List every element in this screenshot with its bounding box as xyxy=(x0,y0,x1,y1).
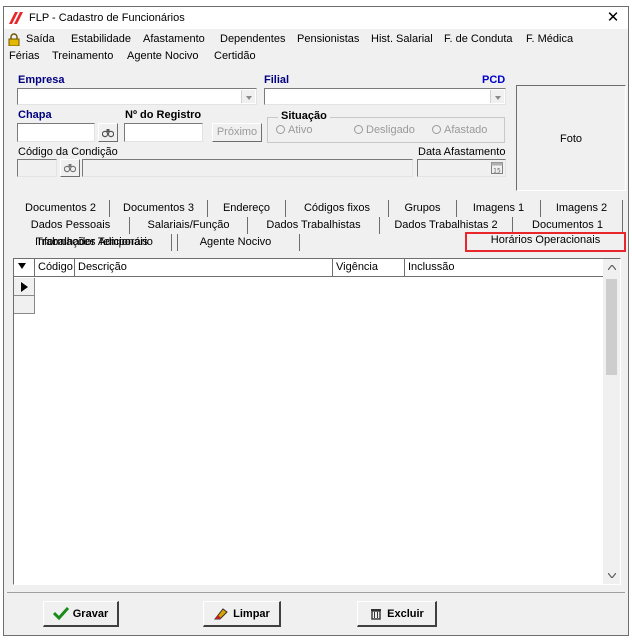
scroll-thumb[interactable] xyxy=(606,279,617,375)
lock-icon xyxy=(8,33,20,46)
menu-dependentes[interactable]: Dependentes xyxy=(220,33,285,45)
radio-afastado-label: Afastado xyxy=(444,124,488,136)
situacao-label: Situação xyxy=(278,110,330,122)
menu-f-conduta[interactable]: F. de Conduta xyxy=(444,33,513,45)
tab-imagens-1[interactable]: Imagens 1 xyxy=(457,200,541,217)
excluir-button[interactable]: Excluir xyxy=(357,601,437,627)
situacao-group: Situação Ativo Desligado Afastado xyxy=(267,110,505,143)
filial-combo[interactable] xyxy=(264,88,506,105)
column-menu-icon[interactable] xyxy=(14,259,35,277)
column-vigencia[interactable]: Vigência xyxy=(333,259,405,277)
menu-estabilidade[interactable]: Estabilidade xyxy=(71,33,131,45)
tab-row-1: Documentos 2 Documentos 3 Endereço Códig… xyxy=(12,200,624,217)
menu-pensionistas[interactable]: Pensionistas xyxy=(297,33,359,45)
binoculars-icon xyxy=(101,129,115,138)
foto-panel[interactable]: Foto xyxy=(516,85,626,191)
grid-header: Código Descrição Vigência Inclussão xyxy=(14,259,604,277)
limpar-label: Limpar xyxy=(233,608,270,620)
app-logo-icon xyxy=(9,12,23,24)
menu-agente-nocivo[interactable]: Agente Nocivo xyxy=(127,50,199,62)
column-codigo[interactable]: Código xyxy=(35,259,75,277)
menu-row-1: Saída Estabilidade Afastamento Dependent… xyxy=(4,32,628,48)
radio-desligado-label: Desligado xyxy=(366,124,415,136)
current-row-indicator[interactable] xyxy=(14,278,35,296)
chapa-input[interactable] xyxy=(17,123,95,142)
empresa-combo[interactable] xyxy=(17,88,257,105)
gravar-label: Gravar xyxy=(72,608,109,620)
menu-ferias[interactable]: Férias xyxy=(9,50,40,62)
filial-label: Filial xyxy=(264,74,290,86)
data-afastamento-input[interactable]: 15 xyxy=(417,159,506,177)
tab-trabalhador-temporario[interactable]: Trabalhador Temporário xyxy=(12,234,178,251)
tab-endereco[interactable]: Endereço xyxy=(208,200,286,217)
menu-treinamento[interactable]: Treinamento xyxy=(52,50,113,62)
tab-documentos-3[interactable]: Documentos 3 xyxy=(110,200,208,217)
menu-hist-salarial[interactable]: Hist. Salarial xyxy=(371,33,433,45)
chevron-down-icon[interactable] xyxy=(241,90,255,103)
pcd-label: PCD xyxy=(482,74,506,86)
chevron-down-icon[interactable] xyxy=(490,90,504,103)
tab-dados-pessoais[interactable]: Dados Pessoais xyxy=(12,217,130,234)
limpar-button[interactable]: Limpar xyxy=(203,601,281,627)
tab-grupos[interactable]: Grupos xyxy=(389,200,457,217)
tab-dados-trabalhistas[interactable]: Dados Trabalhistas xyxy=(248,217,380,234)
menu-saida[interactable]: Saída xyxy=(26,33,55,45)
proximo-button[interactable]: Próximo xyxy=(212,123,262,142)
row-indicator-column xyxy=(14,278,35,314)
tab-codigos-fixos[interactable]: Códigos fixos xyxy=(286,200,389,217)
radio-icon xyxy=(354,125,363,134)
trash-icon xyxy=(371,609,382,620)
tab-documentos-2[interactable]: Documentos 2 xyxy=(12,200,110,217)
radio-icon xyxy=(276,125,285,134)
radio-icon xyxy=(432,125,441,134)
menu-afastamento[interactable]: Afastamento xyxy=(143,33,205,45)
checkmark-icon xyxy=(52,606,69,621)
codigo-condicao-search-button[interactable] xyxy=(60,159,80,177)
svg-text:15: 15 xyxy=(493,168,501,175)
title-bar: FLP - Cadastro de Funcionários ✕ xyxy=(4,7,628,29)
horarios-grid: Código Descrição Vigência Inclussão xyxy=(13,258,621,585)
empresa-label: Empresa xyxy=(18,74,65,86)
tab-salariais-funcao[interactable]: Salariais/Função xyxy=(130,217,248,234)
column-descricao[interactable]: Descrição xyxy=(75,259,333,277)
chapa-label: Chapa xyxy=(18,109,52,121)
tab-row-3: Informações Adicionais Agente Nocivo Tra… xyxy=(12,232,626,252)
row-pointer-icon xyxy=(21,282,28,292)
radio-afastado[interactable]: Afastado xyxy=(432,124,487,136)
action-bar: Gravar Limpar Excluir xyxy=(7,592,625,632)
gravar-button[interactable]: Gravar xyxy=(43,601,119,627)
data-afastamento-label: Data Afastamento xyxy=(418,146,506,158)
registro-label: Nº do Registro xyxy=(125,109,202,121)
tab-agente-nocivo[interactable]: Agente Nocivo xyxy=(172,234,300,251)
codigo-condicao-input[interactable] xyxy=(17,159,57,177)
menu-f-medica[interactable]: F. Médica xyxy=(526,33,573,45)
registro-input[interactable] xyxy=(124,123,203,142)
row-indicator-cell[interactable] xyxy=(14,296,35,314)
binoculars-icon xyxy=(63,164,77,173)
calendar-icon[interactable]: 15 xyxy=(491,162,503,174)
menu-bar: Saída Estabilidade Afastamento Dependent… xyxy=(4,30,628,66)
chapa-search-button[interactable] xyxy=(98,123,118,142)
vertical-scrollbar[interactable] xyxy=(603,259,620,584)
codigo-condicao-label: Código da Condição xyxy=(18,146,118,158)
scroll-up-icon[interactable] xyxy=(603,259,620,276)
eraser-icon xyxy=(214,608,228,620)
menu-row-2: Férias Treinamento Agente Nocivo Certidã… xyxy=(4,49,628,65)
tab-horarios-operacionais[interactable]: Horários Operacionais xyxy=(465,232,626,252)
codigo-condicao-descricao xyxy=(82,159,413,177)
menu-certidao[interactable]: Certidão xyxy=(214,50,256,62)
main-window: FLP - Cadastro de Funcionários ✕ Saída E… xyxy=(3,6,629,636)
excluir-label: Excluir xyxy=(387,608,424,620)
tab-imagens-2[interactable]: Imagens 2 xyxy=(541,200,623,217)
close-icon[interactable]: ✕ xyxy=(604,8,622,28)
column-inclussao[interactable]: Inclussão xyxy=(405,259,604,277)
radio-ativo-label: Ativo xyxy=(288,124,313,136)
scroll-down-icon[interactable] xyxy=(603,567,620,584)
radio-desligado[interactable]: Desligado xyxy=(354,124,415,136)
window-title: FLP - Cadastro de Funcionários xyxy=(29,12,185,24)
radio-ativo[interactable]: Ativo xyxy=(276,124,312,136)
